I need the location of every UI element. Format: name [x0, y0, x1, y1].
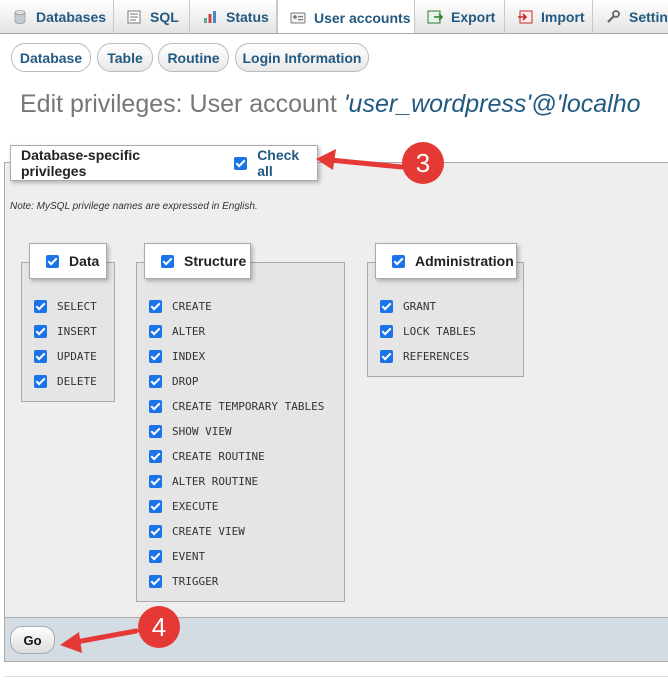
annotation-step-badge: 3 [402, 142, 444, 184]
annotation-step-badge: 4 [138, 606, 180, 648]
annotation-arrow-go [60, 628, 139, 653]
